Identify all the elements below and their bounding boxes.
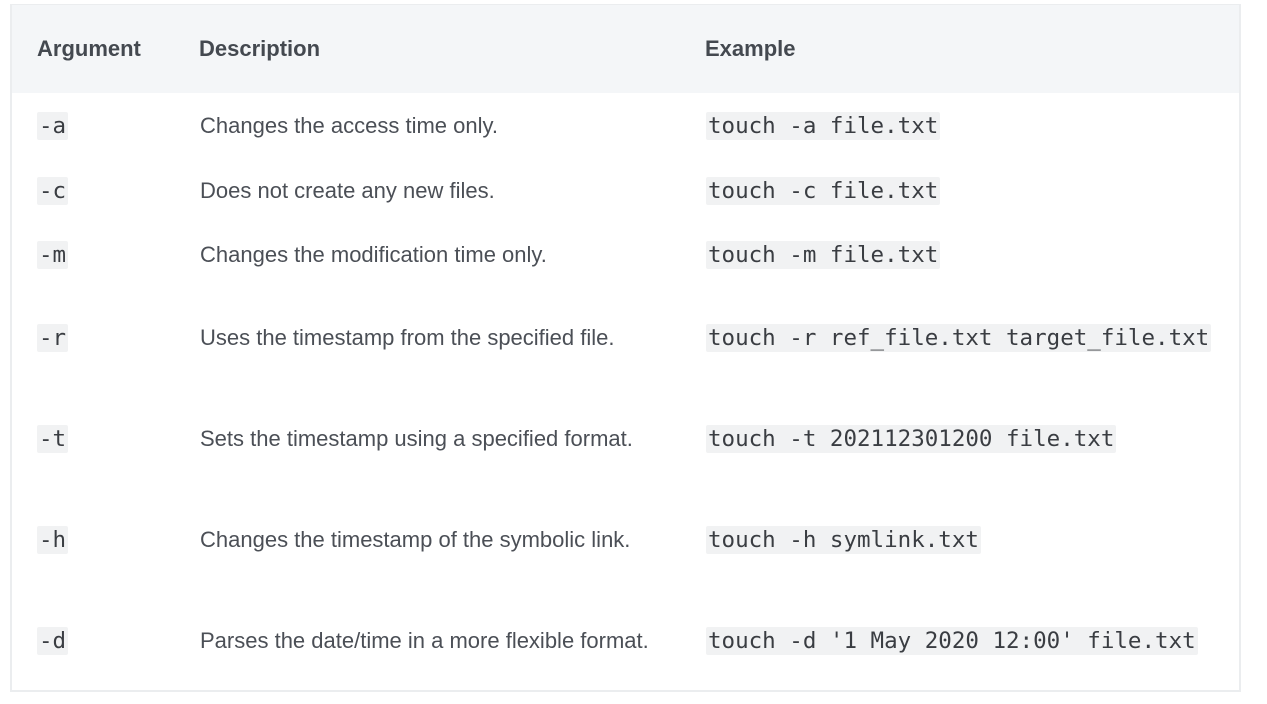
description-cell: Changes the timestamp of the symbolic li… xyxy=(200,526,631,552)
example-cell: touch -h symlink.txt xyxy=(695,489,1239,590)
argument-cell: -m xyxy=(12,223,188,287)
argument-code: -h xyxy=(37,525,69,554)
example-code: touch -r ref_file.txt target_file.txt xyxy=(706,323,1212,352)
description-cell: Changes the modification time only. xyxy=(200,242,547,267)
description-cell: Sets the timestamp using a specified for… xyxy=(200,425,633,451)
table-row: -m Changes the modification time only. t… xyxy=(12,223,1239,287)
table-row: -c Does not create any new files. touch … xyxy=(12,159,1239,223)
example-cell: touch -t 202112301200 file.txt xyxy=(695,388,1239,489)
argument-cell: -t xyxy=(12,388,188,489)
example-code: touch -h symlink.txt xyxy=(706,525,981,554)
description-cell: Parses the date/time in a more flexible … xyxy=(200,627,649,653)
argument-cell: -r xyxy=(12,287,188,388)
example-cell: touch -c file.txt xyxy=(695,159,1239,223)
argument-code: -a xyxy=(37,112,69,140)
example-cell: touch -r ref_file.txt target_file.txt xyxy=(695,287,1239,388)
example-cell: touch -a file.txt xyxy=(695,93,1239,159)
table-row: -h Changes the timestamp of the symbolic… xyxy=(12,489,1239,590)
touch-arguments-table-container: Argument Description Example -a Changes … xyxy=(10,4,1241,692)
table-header: Argument Description Example xyxy=(12,5,1239,93)
example-code: touch -a file.txt xyxy=(706,112,941,140)
example-cell: touch -d '1 May 2020 12:00' file.txt xyxy=(695,590,1239,691)
argument-cell: -a xyxy=(12,93,188,159)
argument-code: -m xyxy=(37,241,69,269)
example-code: touch -c file.txt xyxy=(706,177,941,205)
header-example: Example xyxy=(705,36,796,61)
table-row: -r Uses the timestamp from the specified… xyxy=(12,287,1239,388)
description-cell: Uses the timestamp from the specified fi… xyxy=(200,324,615,350)
touch-arguments-table: Argument Description Example -a Changes … xyxy=(12,5,1239,691)
argument-code: -r xyxy=(37,323,69,352)
example-cell: touch -m file.txt xyxy=(695,223,1239,287)
header-row: Argument Description Example xyxy=(12,5,1239,93)
argument-cell: -h xyxy=(12,489,188,590)
header-description: Description xyxy=(199,36,321,61)
argument-code: -t xyxy=(37,424,69,453)
argument-code: -c xyxy=(37,177,69,205)
example-code: touch -m file.txt xyxy=(706,241,941,269)
header-argument: Argument xyxy=(37,36,141,61)
table-body: -a Changes the access time only. touch -… xyxy=(12,93,1239,691)
description-cell: Changes the access time only. xyxy=(200,113,498,138)
table-row: -t Sets the timestamp using a specified … xyxy=(12,388,1239,489)
argument-code: -d xyxy=(37,626,69,655)
example-code: touch -t 202112301200 file.txt xyxy=(706,424,1117,453)
table-row: -d Parses the date/time in a more flexib… xyxy=(12,590,1239,691)
table-row: -a Changes the access time only. touch -… xyxy=(12,93,1239,159)
argument-cell: -c xyxy=(12,159,188,223)
example-code: touch -d '1 May 2020 12:00' file.txt xyxy=(706,626,1198,655)
description-cell: Does not create any new files. xyxy=(200,178,495,203)
argument-cell: -d xyxy=(12,590,188,691)
